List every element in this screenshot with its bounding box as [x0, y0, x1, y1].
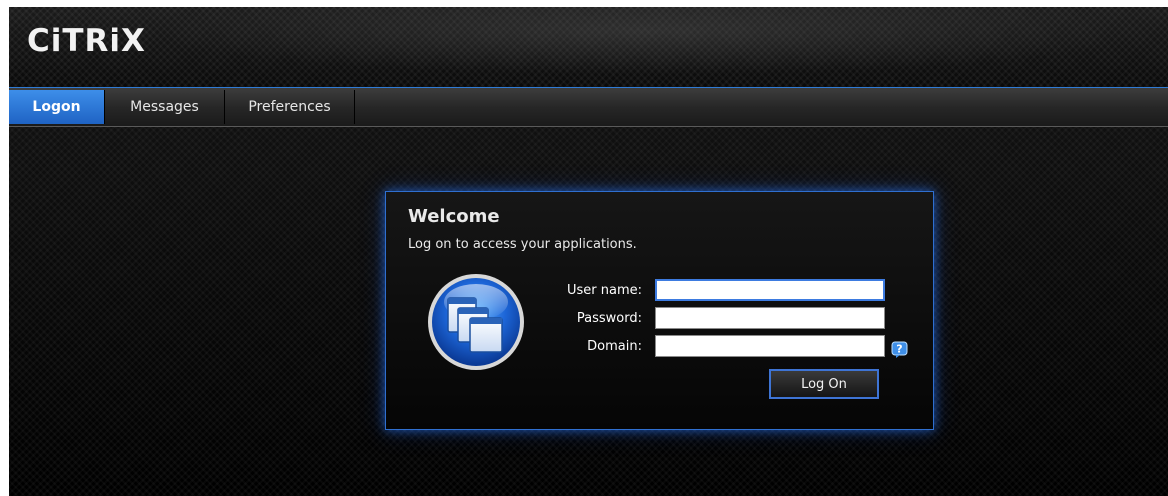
header: CiTRiX	[9, 7, 1168, 87]
logon-dialog: Welcome Log on to access your applicatio…	[385, 191, 934, 430]
help-icon[interactable]: ?	[891, 341, 908, 358]
log-on-button[interactable]: Log On	[769, 369, 879, 399]
top-nav: Logon Messages Preferences	[9, 87, 1168, 127]
logo-text: CiTRiX	[27, 23, 146, 59]
username-label: User name:	[566, 283, 642, 298]
tab-logon[interactable]: Logon	[9, 90, 105, 124]
tab-preferences[interactable]: Preferences	[225, 90, 355, 124]
citrix-logo: CiTRiX	[27, 21, 146, 61]
applications-icon	[428, 274, 524, 370]
password-label: Password:	[576, 311, 642, 326]
username-input[interactable]	[655, 279, 885, 301]
dialog-title: Welcome	[408, 206, 500, 227]
password-input[interactable]	[655, 307, 885, 329]
app-frame: CiTRiX Logon Messages Preferences Welcom…	[9, 7, 1168, 496]
domain-label: Domain:	[587, 339, 642, 354]
dialog-subtitle: Log on to access your applications.	[408, 237, 637, 252]
svg-text:?: ?	[896, 343, 902, 356]
domain-input[interactable]	[655, 335, 885, 357]
tab-messages[interactable]: Messages	[105, 90, 225, 124]
